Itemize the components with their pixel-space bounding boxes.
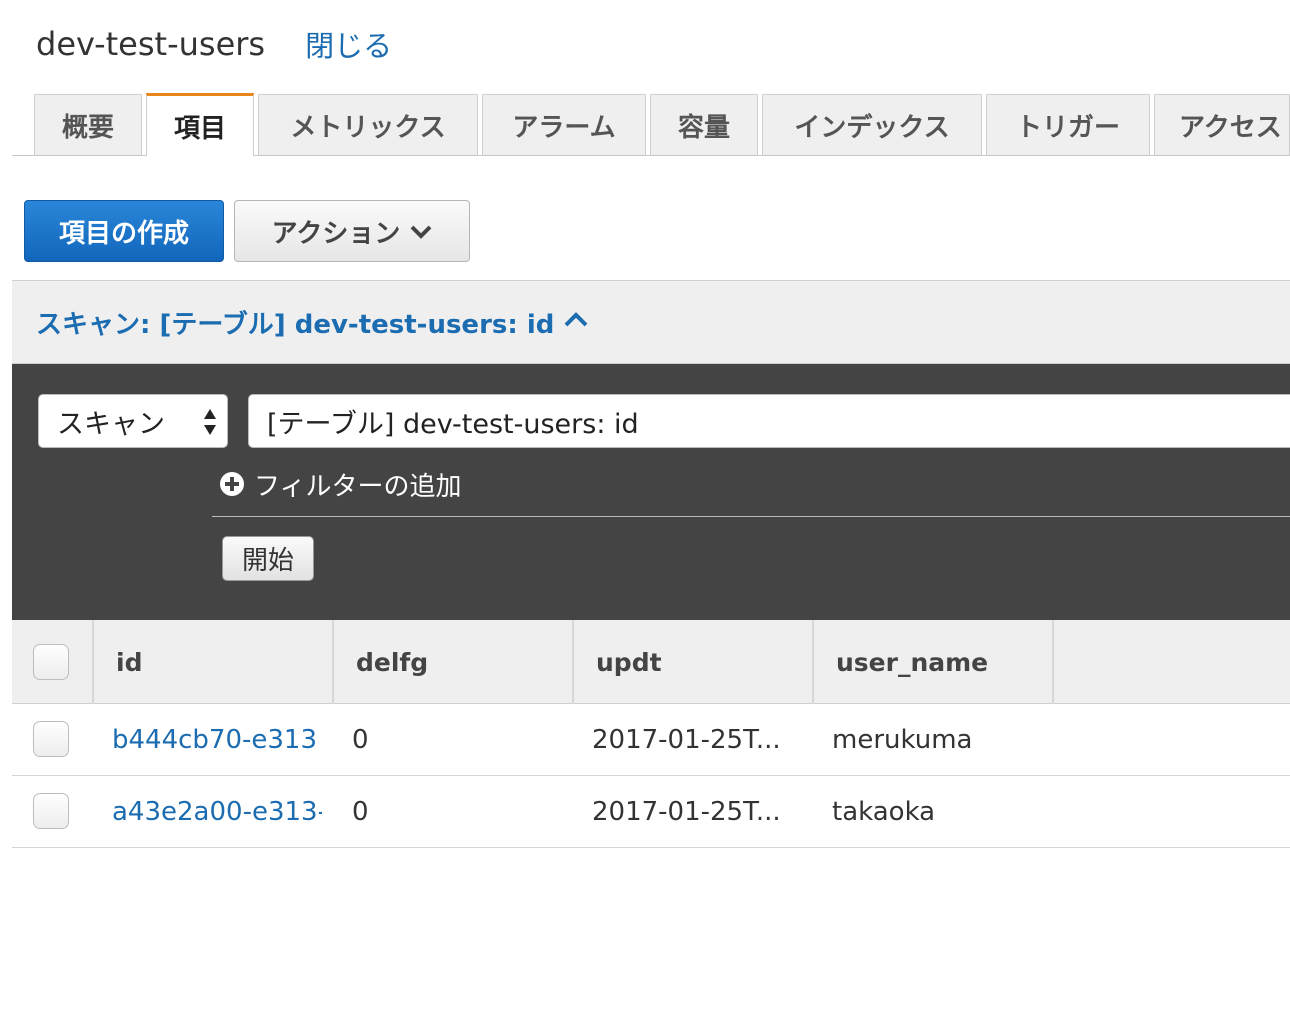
tab-alarms[interactable]: アラーム	[482, 94, 646, 155]
close-link[interactable]: 閉じる	[305, 23, 392, 65]
scan-target-field[interactable]: [テーブル] dev-test-users: id	[248, 394, 1290, 448]
tab-bar: 概要 項目 メトリックス アラーム 容量 インデックス トリガー アクセス	[12, 93, 1290, 156]
row-checkbox[interactable]	[33, 721, 69, 757]
create-item-button[interactable]: 項目の作成	[24, 200, 224, 262]
tab-metrics[interactable]: メトリックス	[258, 94, 478, 155]
chevron-up-icon	[564, 312, 588, 332]
select-arrows-icon	[203, 407, 217, 437]
table-row: a43e2a00-e313- 0 2017-01-25T... takaoka	[12, 776, 1290, 848]
row-checkbox[interactable]	[33, 793, 69, 829]
scan-target-value: [テーブル] dev-test-users: id	[267, 408, 639, 440]
header-checkbox-cell	[12, 620, 94, 704]
create-item-label: 項目の作成	[58, 218, 189, 249]
cell-updt: 2017-01-25T...	[592, 797, 781, 827]
start-button[interactable]: 開始	[222, 536, 314, 581]
column-header-id[interactable]: id	[94, 620, 334, 704]
item-id-link[interactable]: a43e2a00-e313-	[92, 776, 322, 848]
cell-user-name: merukuma	[832, 725, 973, 755]
column-header-user-name[interactable]: user_name	[814, 620, 1054, 704]
table-title: dev-test-users	[36, 25, 266, 63]
cell-delfg: 0	[352, 797, 369, 827]
item-id-link[interactable]: b444cb70-e313	[92, 704, 322, 776]
select-all-checkbox[interactable]	[33, 644, 69, 680]
scan-mode-value: スキャン	[57, 408, 165, 440]
cell-user-name: takaoka	[832, 797, 936, 827]
chevron-down-icon	[410, 216, 432, 246]
scan-mode-select[interactable]: スキャン	[38, 394, 228, 448]
table-header: id delfg updt user_name	[12, 620, 1290, 704]
tab-items[interactable]: 項目	[146, 93, 254, 156]
actions-label: アクション	[271, 218, 401, 249]
plus-circle-icon	[220, 472, 244, 496]
items-table: id delfg updt user_name b444cb70-e313 0 …	[12, 620, 1290, 848]
column-header-updt[interactable]: updt	[574, 620, 814, 704]
tab-indexes[interactable]: インデックス	[762, 94, 982, 155]
scan-summary-text: スキャン: [テーブル] dev-test-users: id	[36, 309, 555, 340]
column-header-delfg[interactable]: delfg	[334, 620, 574, 704]
panel-divider	[212, 516, 1290, 517]
tab-access[interactable]: アクセス	[1154, 94, 1290, 155]
scan-summary-toggle[interactable]: スキャン: [テーブル] dev-test-users: id	[12, 280, 1290, 364]
scan-panel: スキャン [テーブル] dev-test-users: id フィルターの追加 …	[12, 364, 1290, 620]
add-filter-link[interactable]: フィルターの追加	[220, 464, 461, 504]
actions-dropdown-button[interactable]: アクション	[234, 200, 470, 262]
table-row: b444cb70-e313 0 2017-01-25T... merukuma	[12, 704, 1290, 776]
cell-delfg: 0	[352, 725, 369, 755]
page-header: dev-test-users 閉じる	[36, 22, 392, 66]
tab-triggers[interactable]: トリガー	[986, 94, 1150, 155]
cell-updt: 2017-01-25T...	[592, 725, 781, 755]
add-filter-label: フィルターの追加	[254, 471, 462, 502]
tab-capacity[interactable]: 容量	[650, 94, 758, 155]
tab-overview[interactable]: 概要	[34, 94, 142, 155]
